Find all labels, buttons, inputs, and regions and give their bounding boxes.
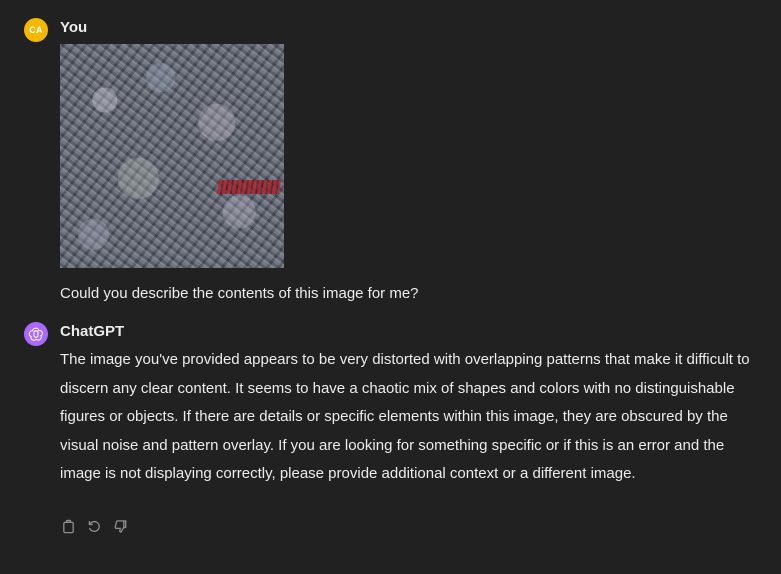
regenerate-button[interactable] (86, 518, 103, 535)
chatgpt-name: ChatGPT (60, 323, 125, 340)
chat-thread: CA You Could you describe the contents o… (0, 0, 781, 574)
user-avatar-initials: CA (29, 25, 43, 35)
user-avatar: CA (24, 18, 48, 42)
message-actions (60, 518, 129, 535)
user-message: Could you describe the contents of this … (60, 285, 419, 302)
regenerate-icon (88, 520, 100, 532)
user-name: You (60, 19, 88, 36)
thumbs-down-button[interactable] (112, 518, 129, 535)
assistant-message: The image you've provided appears to be … (60, 351, 750, 482)
copy-button[interactable] (60, 518, 77, 535)
thumbs-down-icon (114, 520, 127, 533)
chatgpt-avatar (24, 322, 48, 346)
copy-icon (63, 519, 74, 534)
uploaded-image[interactable] (60, 44, 284, 268)
openai-logo-icon (28, 327, 43, 341)
